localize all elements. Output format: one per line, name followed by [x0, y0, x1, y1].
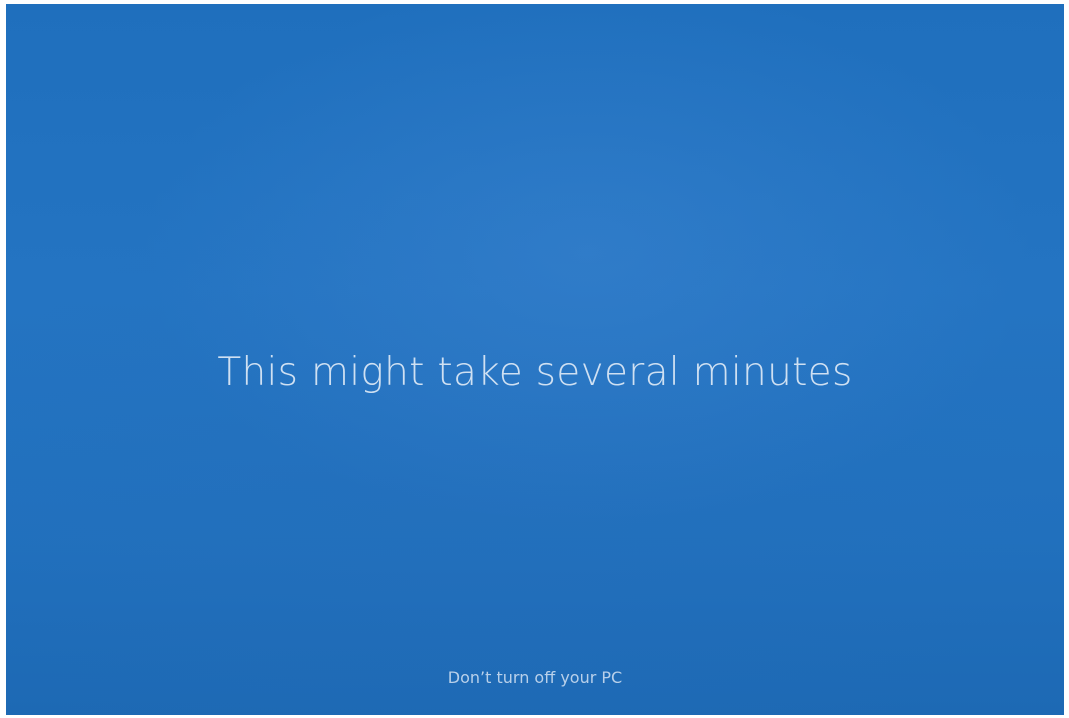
setup-screen: This might take several minutes Don’t tu…: [6, 4, 1064, 715]
photo-frame: This might take several minutes Don’t tu…: [0, 0, 1069, 718]
footer-warning-message: Don’t turn off your PC: [447, 668, 623, 687]
main-status-message: This might take several minutes: [217, 350, 853, 395]
